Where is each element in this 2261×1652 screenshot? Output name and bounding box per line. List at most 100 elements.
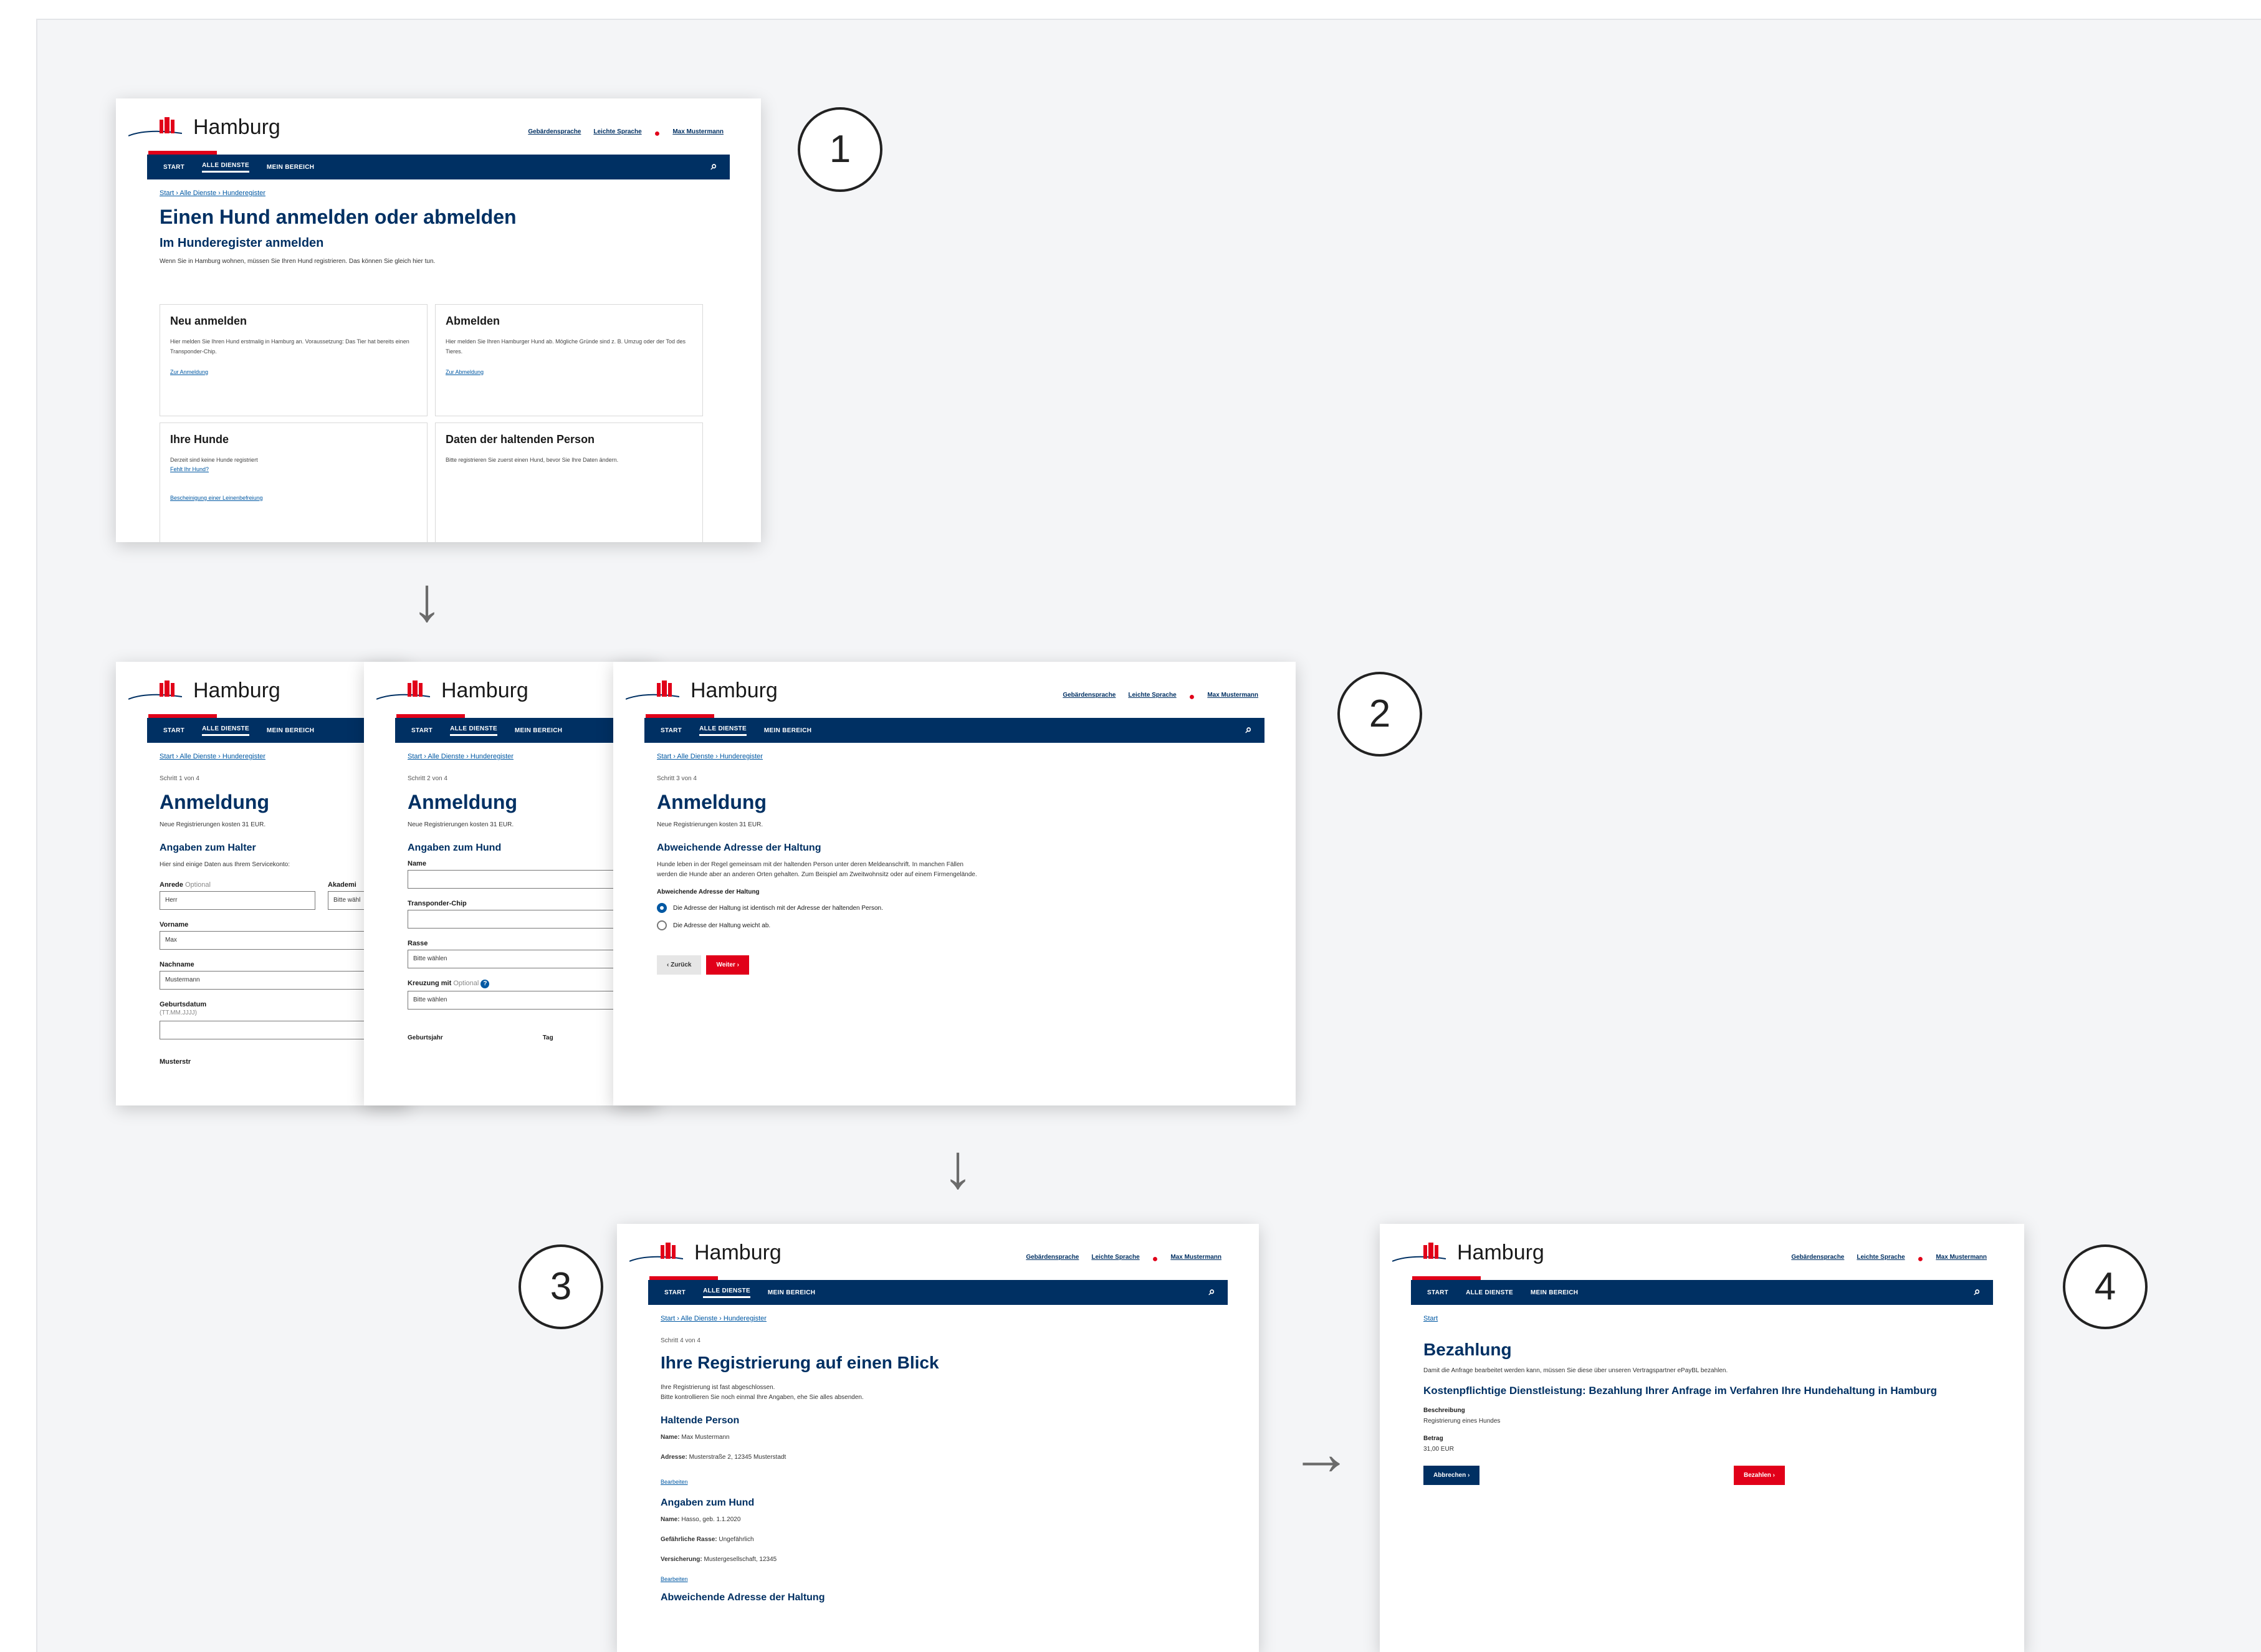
nav-start[interactable]: START — [664, 1289, 686, 1296]
breadcrumb[interactable]: Start › Alle Dienste › Hunderegister — [661, 1315, 1259, 1322]
hamburg-logo[interactable]: Hamburg — [629, 1240, 782, 1265]
nav-my-area[interactable]: MEIN BEREICH — [267, 164, 314, 171]
nav-start[interactable]: START — [411, 727, 433, 734]
location-pin-icon[interactable]: ● — [1189, 692, 1195, 703]
easy-language-link[interactable]: Leichte Sprache — [1128, 692, 1176, 703]
hamburg-logo[interactable]: Hamburg — [128, 115, 280, 140]
hamburg-logo[interactable]: Hamburg — [626, 678, 778, 703]
nav-all-services[interactable]: ALLE DIENSTE — [202, 725, 249, 736]
payment-intro: Damit die Anfrage bearbeitet werden kann… — [1423, 1367, 1728, 1374]
hamburg-logo-icon — [626, 680, 679, 700]
search-icon[interactable]: ⌕ — [711, 160, 717, 173]
edit-owner-link[interactable]: Bearbeiten — [661, 1479, 1221, 1485]
search-icon[interactable]: ⌕ — [1209, 1285, 1215, 1298]
flow-canvas: Hamburg Gebärdensprache Leichte Sprache … — [36, 19, 2261, 1652]
user-menu[interactable]: Max Mustermann — [1207, 692, 1258, 703]
back-button[interactable]: ‹ Zurück — [657, 955, 702, 975]
card-link-register[interactable]: Zur Anmeldung — [170, 369, 417, 375]
utility-nav: Gebärdensprache Leichte Sprache ● Max Mu… — [1026, 1254, 1221, 1265]
amount-label: Betrag — [1423, 1435, 1443, 1442]
screen-registration-step3: Hamburg Gebärdensprache Leichte Sprache … — [613, 662, 1296, 1105]
nav-my-area[interactable]: MEIN BEREICH — [1531, 1289, 1578, 1296]
user-menu[interactable]: Max Mustermann — [1936, 1254, 1987, 1265]
card-your-dogs: Ihre Hunde Derzeit sind keine Hunde regi… — [160, 423, 428, 542]
card-title: Abmelden — [446, 315, 500, 327]
user-menu[interactable]: Max Mustermann — [672, 128, 724, 140]
breadcrumb[interactable]: Start › Alle Dienste › Hunderegister — [657, 753, 1296, 760]
radio-same-address[interactable]: Die Adresse der Haltung ist identisch mi… — [657, 903, 1258, 913]
logo-city-name: Hamburg — [441, 678, 528, 702]
address-question: Abweichende Adresse der Haltung — [657, 889, 760, 895]
nav-my-area[interactable]: MEIN BEREICH — [515, 727, 562, 734]
anrede-select[interactable]: Herr — [160, 891, 315, 910]
nav-my-area[interactable]: MEIN BEREICH — [267, 727, 314, 734]
site-header: Hamburg Gebärdensprache Leichte Sprache … — [617, 1224, 1259, 1282]
hamburg-logo-icon — [1392, 1243, 1446, 1262]
location-pin-icon[interactable]: ● — [1918, 1254, 1924, 1265]
card-owner-data: Daten der haltenden Person Bitte registr… — [435, 423, 703, 542]
utility-nav: Gebärdensprache Leichte Sprache ● Max Mu… — [1063, 692, 1258, 703]
sign-language-link[interactable]: Gebärdensprache — [1063, 692, 1116, 703]
fee-text: Neue Registrierungen kosten 31 EUR. — [657, 821, 763, 828]
card-title: Ihre Hunde — [170, 433, 229, 446]
step-indicator: Schritt 4 von 4 — [661, 1337, 700, 1344]
sign-language-link[interactable]: Gebärdensprache — [1026, 1254, 1079, 1265]
hamburg-logo-icon — [128, 680, 182, 700]
site-header: Hamburg Gebärdensprache Leichte Sprache … — [613, 662, 1296, 720]
owner-name: Name: Max Mustermann — [661, 1434, 730, 1441]
easy-language-link[interactable]: Leichte Sprache — [1857, 1254, 1905, 1265]
step-indicator: Schritt 3 von 4 — [657, 775, 697, 782]
anrede-label: Anrede Optional — [160, 881, 211, 889]
hamburg-logo[interactable]: Hamburg — [128, 678, 280, 703]
nav-start[interactable]: START — [163, 164, 184, 171]
page-title: Bezahlung — [1423, 1340, 1512, 1359]
step-badge-2: 2 — [1337, 672, 1422, 757]
nav-all-services[interactable]: ALLE DIENSTE — [450, 725, 497, 736]
search-icon[interactable]: ⌕ — [1974, 1285, 1981, 1298]
site-header: Hamburg Gebärdensprache Leichte Sprache … — [116, 98, 761, 157]
hamburg-logo[interactable]: Hamburg — [1392, 1240, 1544, 1265]
location-pin-icon[interactable]: ● — [1152, 1254, 1159, 1265]
nav-my-area[interactable]: MEIN BEREICH — [768, 1289, 815, 1296]
location-pin-icon[interactable]: ● — [654, 128, 661, 140]
nav-my-area[interactable]: MEIN BEREICH — [764, 727, 811, 734]
easy-language-link[interactable]: Leichte Sprache — [593, 128, 641, 140]
utility-nav: Gebärdensprache Leichte Sprache ● Max Mu… — [528, 128, 724, 140]
radio-label: Die Adresse der Haltung weicht ab. — [673, 922, 771, 929]
sign-language-link[interactable]: Gebärdensprache — [528, 128, 581, 140]
day-label: Tag — [542, 1034, 553, 1041]
step-badge-1: 1 — [798, 107, 882, 192]
dog-danger: Gefährliche Rasse: Ungefährlich — [661, 1536, 754, 1543]
nav-start[interactable]: START — [1427, 1289, 1448, 1296]
search-icon[interactable]: ⌕ — [1246, 723, 1252, 736]
nav-all-services[interactable]: ALLE DIENSTE — [202, 162, 249, 173]
breadcrumb[interactable]: Start — [1423, 1315, 2024, 1322]
section-title: Abweichende Adresse der Haltung — [657, 843, 821, 853]
easy-language-link[interactable]: Leichte Sprache — [1091, 1254, 1139, 1265]
nav-all-services[interactable]: ALLE DIENSTE — [699, 725, 747, 736]
nav-all-services[interactable]: ALLE DIENSTE — [1466, 1289, 1513, 1296]
breadcrumb[interactable]: Start › Alle Dienste › Hunderegister — [160, 189, 761, 197]
radio-different-address[interactable]: Die Adresse der Haltung weicht ab. — [657, 920, 1258, 930]
card-link-leash-exemption[interactable]: Bescheinigung einer Leinenbefreiung — [170, 495, 417, 501]
nav-all-services[interactable]: ALLE DIENSTE — [703, 1287, 750, 1298]
dog-insurance: Versicherung: Mustergesellschaft, 12345 — [661, 1556, 777, 1563]
pay-button[interactable]: Bezahlen › — [1733, 1466, 1785, 1485]
user-menu[interactable]: Max Mustermann — [1170, 1254, 1221, 1265]
next-button[interactable]: Weiter › — [706, 955, 749, 975]
card-link-deregister[interactable]: Zur Abmeldung — [446, 369, 692, 375]
hamburg-logo[interactable]: Hamburg — [376, 678, 528, 703]
cancel-button[interactable]: Abbrechen › — [1423, 1466, 1480, 1485]
sign-language-link[interactable]: Gebärdensprache — [1791, 1254, 1844, 1265]
card-text: Derzeit sind keine Hunde registriert — [170, 457, 258, 463]
nav-start[interactable]: START — [163, 727, 184, 734]
card-text: Bitte registrieren Sie zuerst einen Hund… — [446, 457, 619, 463]
payment-heading: Kostenpflichtige Dienstleistung: Bezahlu… — [1423, 1385, 1937, 1397]
info-icon[interactable]: ? — [480, 980, 490, 988]
utility-nav: Gebärdensprache Leichte Sprache ● Max Mu… — [1791, 1254, 1987, 1265]
card-link-missing-dog[interactable]: Fehlt Ihr Hund? — [170, 466, 417, 472]
main-nav: START ALLE DIENSTE MEIN BEREICH ⌕ — [147, 155, 730, 179]
card-deregister: Abmelden Hier melden Sie Ihren Hamburger… — [435, 304, 703, 416]
nav-start[interactable]: START — [661, 727, 682, 734]
edit-dog-link[interactable]: Bearbeiten — [661, 1576, 1221, 1582]
